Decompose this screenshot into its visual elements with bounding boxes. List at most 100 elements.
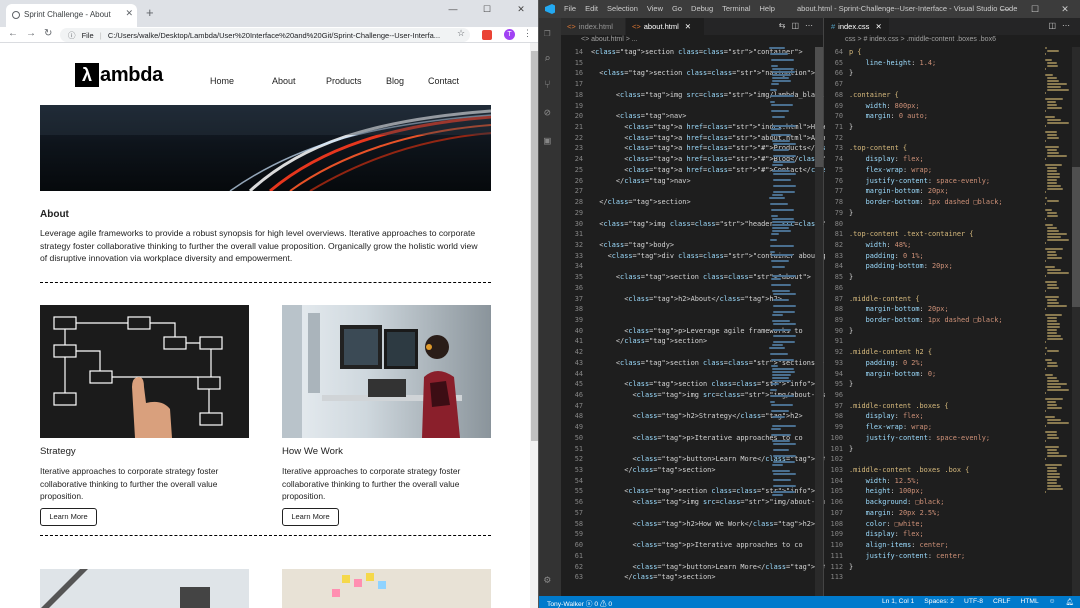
code-line[interactable]: 70 margin: 0 auto; <box>825 111 1080 122</box>
lambda-logo[interactable]: λ ambda <box>75 63 163 87</box>
code-line[interactable]: 93 padding: 0 2%; <box>825 358 1080 369</box>
extensions-icon[interactable]: ▣ <box>544 134 551 147</box>
menu-debug[interactable]: Debug <box>691 4 713 13</box>
line-ending[interactable]: CRLF <box>993 598 1010 606</box>
close-icon[interactable]: ✕ <box>125 8 133 19</box>
code-line[interactable]: 72 <box>825 133 1080 144</box>
close-icon[interactable]: ✕ <box>685 22 691 31</box>
browser-tab[interactable]: Sprint Challenge - About ✕ <box>6 4 137 27</box>
code-line[interactable]: 64 p { <box>825 47 1080 58</box>
code-line[interactable]: 66} <box>825 68 1080 79</box>
back-arrow-icon[interactable]: ← <box>8 28 18 39</box>
code-line[interactable]: 77 margin-bottom: 20px; <box>825 186 1080 197</box>
code-line[interactable]: 78 border-bottom: 1px dashed □black; <box>825 197 1080 208</box>
page-scrollbar[interactable] <box>530 43 538 608</box>
code-line[interactable]: 94 margin-bottom: 0; <box>825 369 1080 380</box>
code-line[interactable]: 87 .middle-content { <box>825 294 1080 305</box>
nav-about[interactable]: About <box>272 76 326 86</box>
language-mode[interactable]: HTML <box>1020 598 1038 606</box>
forward-arrow-icon[interactable]: → <box>26 28 36 39</box>
code-line[interactable]: 74 display: flex; <box>825 154 1080 165</box>
editor-actions[interactable]: ⇆◫⋯ <box>779 21 819 30</box>
source-control-icon[interactable]: ⑂ <box>544 78 551 91</box>
code-line[interactable]: 88 margin-bottom: 20px; <box>825 304 1080 315</box>
close-icon[interactable]: ✕ <box>875 22 881 31</box>
info-icon[interactable]: ⓘ <box>68 31 76 40</box>
code-line[interactable]: 73 .top-content { <box>825 143 1080 154</box>
scroll-thumb[interactable] <box>531 51 538 441</box>
tab-about-html[interactable]: <> about.html ✕ <box>626 18 704 35</box>
scroll-thumb[interactable] <box>815 47 823 167</box>
status-left[interactable]: Tony-Walker ⓧ 0 ⚠ 0 <box>547 598 612 608</box>
address-bar[interactable]: ⓘ File | C:/Users/walke/Desktop/Lambda/U… <box>60 28 470 42</box>
explorer-icon[interactable]: ❐ <box>544 26 551 39</box>
menu-help[interactable]: Help <box>759 4 774 13</box>
cursor-position[interactable]: Ln 1, Col 1 <box>882 598 914 606</box>
bell-icon[interactable]: 🔔︎ <box>1066 598 1075 606</box>
minimap[interactable] <box>1045 47 1075 596</box>
code-line[interactable]: 83 padding: 0 1%; <box>825 251 1080 262</box>
code-line[interactable]: 75 flex-wrap: wrap; <box>825 165 1080 176</box>
extension-icon[interactable] <box>482 30 492 40</box>
editor-scrollbar[interactable] <box>815 47 823 596</box>
code-line[interactable]: 103 .middle-content .boxes .box { <box>825 465 1080 476</box>
menu-edit[interactable]: Edit <box>585 4 598 13</box>
minimize-button[interactable]: — <box>990 0 1020 18</box>
code-line[interactable]: 80 <box>825 219 1080 230</box>
code-line[interactable]: 65 line-height: 1.4; <box>825 58 1080 69</box>
reload-icon[interactable]: ↻ <box>44 28 52 39</box>
new-tab-button[interactable]: + <box>146 5 154 20</box>
code-line[interactable]: 81 .top-content .text-container { <box>825 229 1080 240</box>
code-line[interactable]: 86 <box>825 283 1080 294</box>
code-line[interactable]: 76 justify-content: space-evenly; <box>825 176 1080 187</box>
star-icon[interactable]: ☆ <box>457 28 465 39</box>
menu-view[interactable]: View <box>647 4 663 13</box>
code-line[interactable]: 68 .container { <box>825 90 1080 101</box>
maximize-button[interactable]: ☐ <box>470 0 504 20</box>
close-window-button[interactable]: ✕ <box>1050 0 1080 18</box>
code-line[interactable]: 69 width: 800px; <box>825 101 1080 112</box>
editor-actions[interactable]: ◫⋯ <box>1048 21 1076 30</box>
debug-icon[interactable]: ⊘ <box>544 106 551 119</box>
breadcrumb[interactable]: <> about.html > ... <box>561 35 823 47</box>
maximize-button[interactable]: ☐ <box>1020 0 1050 18</box>
code-line[interactable]: 96 <box>825 390 1080 401</box>
tab-index-css[interactable]: # index.css ✕ <box>825 18 889 35</box>
code-line[interactable]: 101} <box>825 444 1080 455</box>
code-line[interactable]: 110 align-items: center; <box>825 540 1080 551</box>
code-line[interactable]: 104 width: 12.5%; <box>825 476 1080 487</box>
smiley-icon[interactable]: ☺ <box>1049 598 1056 606</box>
nav-products[interactable]: Products <box>326 76 386 86</box>
code-line[interactable]: 111 justify-content: center; <box>825 551 1080 562</box>
code-line[interactable]: 105 height: 100px; <box>825 486 1080 497</box>
menu-selection[interactable]: Selection <box>607 4 638 13</box>
nav-blog[interactable]: Blog <box>386 76 428 86</box>
code-line[interactable]: 71} <box>825 122 1080 133</box>
menu-go[interactable]: Go <box>672 4 682 13</box>
menu-terminal[interactable]: Terminal <box>722 4 750 13</box>
gear-icon[interactable]: ⚙ <box>544 573 551 586</box>
code-line[interactable]: 113 <box>825 572 1080 583</box>
menu-file[interactable]: File <box>564 4 576 13</box>
minimap[interactable] <box>769 47 799 596</box>
code-line[interactable]: 85} <box>825 272 1080 283</box>
code-line[interactable]: 95} <box>825 379 1080 390</box>
editor-scrollbar[interactable] <box>1072 47 1080 596</box>
code-line[interactable]: 97 .middle-content .boxes { <box>825 401 1080 412</box>
scroll-thumb[interactable] <box>1072 167 1080 307</box>
learn-more-button[interactable]: Learn More <box>40 507 97 526</box>
code-line[interactable]: 106 background: □black; <box>825 497 1080 508</box>
avatar[interactable]: T <box>504 29 515 40</box>
indentation[interactable]: Spaces: 2 <box>924 598 954 606</box>
code-line[interactable]: 90} <box>825 326 1080 337</box>
code-line[interactable]: 99 flex-wrap: wrap; <box>825 422 1080 433</box>
nav-home[interactable]: Home <box>210 76 272 86</box>
close-window-button[interactable]: ✕ <box>504 0 538 20</box>
code-line[interactable]: 108 color: □white; <box>825 519 1080 530</box>
code-line[interactable]: 91 <box>825 336 1080 347</box>
code-line[interactable]: 102 <box>825 454 1080 465</box>
code-line[interactable]: 98 display: flex; <box>825 411 1080 422</box>
code-line[interactable]: 67 <box>825 79 1080 90</box>
code-line[interactable]: 84 padding-bottom: 20px; <box>825 261 1080 272</box>
code-line[interactable]: 89 border-bottom: 1px dashed □black; <box>825 315 1080 326</box>
